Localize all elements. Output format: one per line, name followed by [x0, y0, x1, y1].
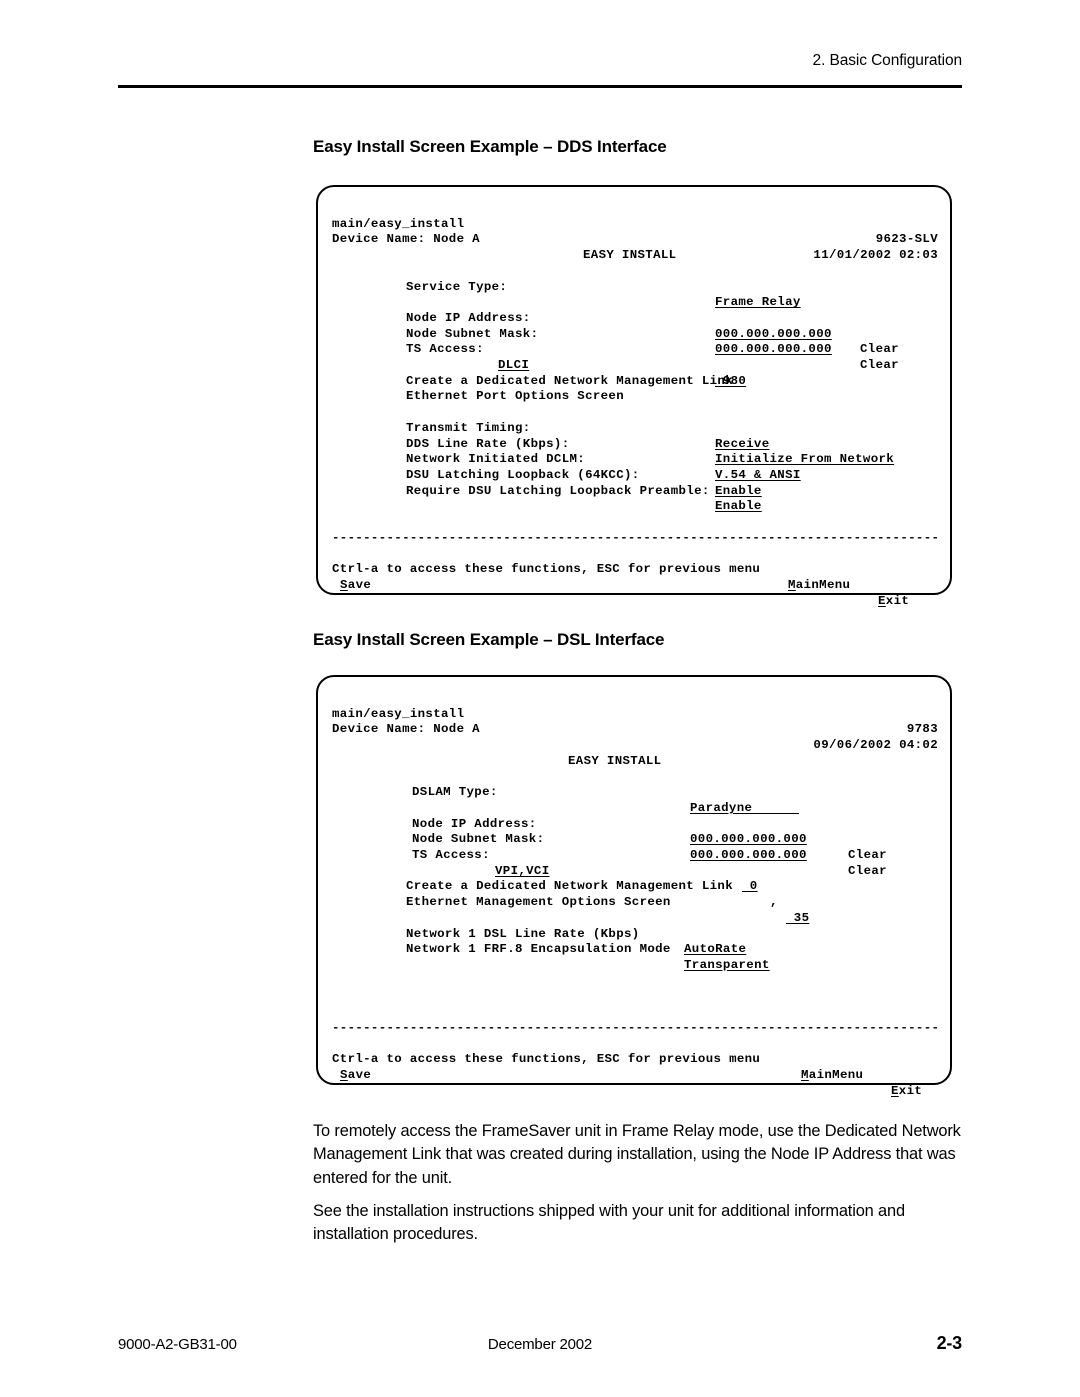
field-row-subnet-mask: Node Subnet Mask: 000.000.000.000 Clear	[318, 311, 950, 372]
page-running-head: 2. Basic Configuration	[118, 52, 963, 71]
option-row-dsu-latching-loopback: DSU Latching Loopback (64KCC): Enable	[318, 452, 950, 498]
header-rule	[118, 85, 962, 88]
terminal-row: EASY INSTALL	[318, 232, 950, 262]
command-mainmenu[interactable]: MainMenu	[788, 578, 850, 594]
page-footer: 9000-A2-GB31-00 December 2002 2-3	[118, 1333, 963, 1358]
document-date: December 2002	[487, 1336, 593, 1353]
field-row-ts-access: TS Access: VPI,VCI 0 , 35	[318, 832, 950, 925]
terminal-row: main/easy_install 9783	[318, 691, 950, 737]
chapter-title: 2. Basic Configuration	[812, 52, 963, 69]
command-key-s: S	[340, 1068, 348, 1083]
field-value-subnet-mask[interactable]: 000.000.000.000	[690, 848, 807, 864]
terminal-screen-dds: main/easy_install 9623-SLV Device Name: …	[316, 185, 952, 608]
command-mainmenu[interactable]: MainMenu	[801, 1068, 863, 1084]
command-label-exit: xit	[885, 593, 910, 608]
field-row-service-type: Service Type: Frame Relay	[318, 264, 950, 310]
field-row-subnet-mask: Node Subnet Mask: 000.000.000.000 Clear	[318, 817, 950, 877]
document-page: 2. Basic Configuration Easy Install Scre…	[0, 0, 1080, 1397]
command-exit[interactable]: Exit	[878, 594, 909, 610]
timestamp: 11/01/2002 02:03	[813, 248, 938, 263]
clear-button[interactable]: Clear	[860, 342, 899, 358]
page-number: 2-3	[936, 1333, 963, 1353]
terminal-row: Device Name: Node A 11/01/2002 02:03	[318, 217, 950, 262]
terminal-content-dds: main/easy_install 9623-SLV Device Name: …	[318, 187, 950, 608]
command-key-e: E	[891, 1083, 899, 1098]
command-save[interactable]: Save	[340, 578, 371, 594]
link-row: Create a Dedicated Network Management Li…	[318, 358, 950, 388]
link-ethernet-port-options[interactable]: Ethernet Port Options Screen	[406, 389, 624, 405]
option-value-frf8-encapsulation[interactable]: Transparent	[684, 958, 770, 974]
command-label-save: ave	[347, 1068, 372, 1083]
separator-line: ----------------------------------------…	[332, 531, 938, 545]
option-row-dsl-line-rate: Network 1 DSL Line Rate (Kbps) AutoRate	[318, 911, 950, 957]
option-row-require-preamble: Require DSU Latching Loopback Preamble: …	[318, 468, 950, 514]
body-paragraph-2: See the installation instructions shippe…	[313, 1202, 905, 1244]
command-row-save: Save	[318, 1052, 950, 1082]
option-row-transmit-timing: Transmit Timing: Receive	[318, 405, 950, 451]
command-label-mainmenu: ainMenu	[795, 578, 851, 593]
field-value-subnet-mask[interactable]: 000.000.000.000	[715, 342, 832, 358]
command-key-m: M	[801, 1068, 809, 1083]
command-exit[interactable]: Exit	[891, 1084, 922, 1100]
vpi-vci-separator: ,	[770, 895, 778, 910]
device-name: Device Name: Node A	[332, 722, 480, 737]
field-label: TS Access:	[406, 342, 484, 357]
option-row-frf8-encapsulation: Network 1 FRF.8 Encapsulation Mode Trans…	[318, 927, 950, 972]
section-heading-dds: Easy Install Screen Example – DDS Interf…	[313, 137, 667, 156]
option-value-dsl-line-rate[interactable]: AutoRate	[684, 942, 746, 958]
link-row: Ethernet Management Options Screen	[318, 879, 950, 909]
link-row: Create a Dedicated Network Management Li…	[318, 864, 950, 893]
screen-title: EASY INSTALL	[568, 753, 662, 768]
option-row-dds-line-rate: DDS Line Rate (Kbps): Initialize From Ne…	[318, 421, 950, 467]
option-row-network-initiated-dclm: Network Initiated DCLM: V.54 & ANSI	[318, 437, 950, 482]
terminal-row: Device Name: Node A 09/06/2002 04:02	[318, 707, 950, 752]
field-row-node-ip: Node IP Address: 000.000.000.000 Clear	[318, 295, 950, 356]
link-ethernet-management-options[interactable]: Ethernet Management Options Screen	[406, 895, 671, 911]
command-key-s: S	[340, 578, 348, 593]
terminal-row: EASY INSTALL	[318, 738, 950, 768]
command-key-e: E	[878, 593, 886, 608]
separator-line: ----------------------------------------…	[332, 1021, 938, 1035]
command-key-m: M	[788, 578, 796, 593]
terminal-row: main/easy_install 9623-SLV	[318, 201, 950, 247]
field-row-node-ip: Node IP Address: 000.000.000.000 Clear	[318, 801, 950, 862]
field-label: DSLAM Type:	[412, 785, 498, 800]
option-value-dsu-latching-loopback[interactable]: Enable	[715, 484, 762, 500]
field-label: TS Access:	[412, 848, 490, 862]
section-heading-dsl: Easy Install Screen Example – DSL Interf…	[313, 630, 665, 649]
field-label: Service Type:	[406, 279, 508, 294]
field-row-dslam-type: DSLAM Type: Paradyne	[318, 770, 950, 815]
terminal-content-dsl: main/easy_install 9783 Device Name: Node…	[318, 677, 950, 1098]
option-label: Require DSU Latching Loopback Preamble:	[406, 483, 710, 498]
option-value-require-preamble[interactable]: Enable	[715, 499, 762, 515]
screen-title: EASY INSTALL	[583, 248, 677, 263]
clear-button[interactable]: Clear	[848, 848, 887, 864]
help-row: Ctrl-a to access these functions, ESC fo…	[318, 547, 950, 607]
model-number: 9783	[906, 722, 938, 737]
terminal-screen-dsl: main/easy_install 9783 Device Name: Node…	[316, 675, 952, 1098]
option-label: Network 1 FRF.8 Encapsulation Mode	[406, 942, 671, 957]
command-label-mainmenu: ainMenu	[808, 1068, 864, 1083]
link-row: Ethernet Port Options Screen	[318, 374, 950, 403]
command-row-save: Save	[318, 562, 950, 592]
command-save[interactable]: Save	[340, 1068, 371, 1084]
help-row: Ctrl-a to access these functions, ESC fo…	[318, 1037, 950, 1097]
command-label-exit: xit	[898, 1083, 923, 1098]
field-row-ts-access: TS Access: DLCI 980	[318, 327, 950, 387]
body-paragraph-1: To remotely access the FrameSaver unit i…	[313, 1122, 961, 1187]
command-label-save: ave	[347, 578, 372, 593]
